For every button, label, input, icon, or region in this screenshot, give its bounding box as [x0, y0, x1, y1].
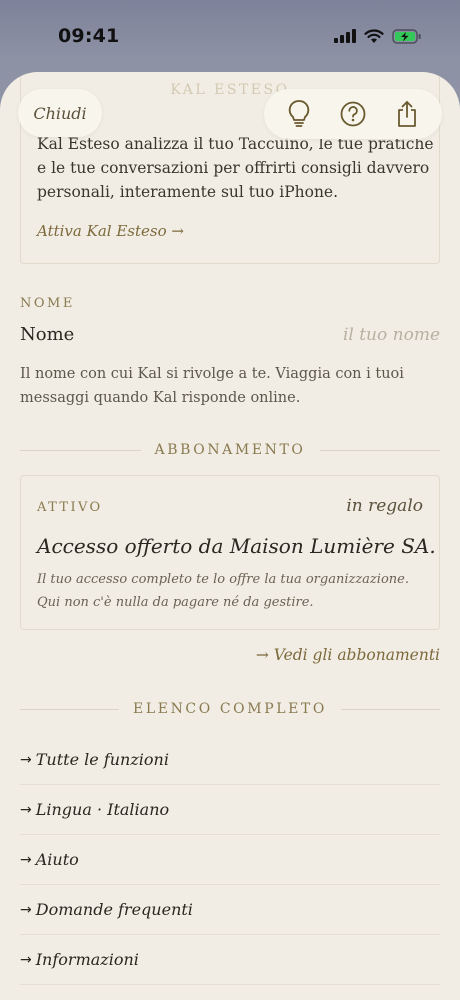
- menu-item-label: Domande frequenti: [35, 900, 193, 919]
- subscription-card: ATTIVO in regalo Accesso offerto da Mais…: [20, 475, 440, 630]
- menu-item-label: Informazioni: [35, 950, 139, 969]
- cellular-signal-icon: [334, 29, 356, 43]
- full-list-menu: → Tutte le funzioni → Lingua · Italiano …: [20, 735, 440, 985]
- status-time: 09:41: [58, 25, 120, 47]
- menu-item-faq[interactable]: → Domande frequenti: [20, 885, 440, 935]
- arrow-right-icon: →: [20, 951, 32, 968]
- subscription-heading: ABBONAMENTO: [20, 442, 441, 458]
- full-list-heading: ELENCO COMPLETO: [20, 701, 440, 717]
- name-input-placeholder[interactable]: il tuo nome: [343, 325, 440, 345]
- menu-item-info[interactable]: → Informazioni: [20, 935, 440, 985]
- divider-line: [20, 449, 141, 451]
- toolbar: [264, 89, 442, 139]
- full-list-heading-text: ELENCO COMPLETO: [133, 701, 327, 717]
- arrow-right-icon: →: [20, 751, 32, 768]
- menu-item-help[interactable]: → Aiuto: [20, 835, 440, 885]
- close-button[interactable]: Chiudi: [18, 89, 102, 137]
- menu-item-label: Tutte le funzioni: [35, 750, 169, 769]
- settings-sheet: KAL ESTESO Chiudi Kal Esteso analizza il…: [0, 72, 460, 1000]
- help-button[interactable]: [333, 94, 373, 134]
- divider-line: [319, 449, 441, 451]
- extended-description: Kal Esteso analizza il tuo Taccuino, le …: [37, 135, 434, 201]
- menu-item-language[interactable]: → Lingua · Italiano: [20, 785, 440, 835]
- name-section-heading: NOME: [20, 296, 75, 311]
- status-bar: 09:41: [0, 0, 460, 72]
- wifi-icon: [364, 28, 384, 43]
- name-help-text: Il nome con cui Kal si rivolge a te. Via…: [20, 366, 404, 406]
- lightbulb-button[interactable]: [279, 94, 319, 134]
- divider-line: [340, 708, 440, 710]
- menu-item-label: Lingua · Italiano: [35, 800, 170, 819]
- name-field-label: Nome: [20, 324, 75, 345]
- status-icons: [334, 28, 422, 44]
- subscription-status: ATTIVO: [37, 500, 103, 515]
- subscription-headline: Accesso offerto da Maison Lumière SA.: [37, 534, 436, 558]
- arrow-right-icon: →: [20, 901, 32, 918]
- activate-extended-link[interactable]: Attiva Kal Esteso →: [37, 222, 184, 240]
- lightbulb-icon: [288, 100, 310, 127]
- menu-item-label: Aiuto: [35, 850, 79, 869]
- share-button[interactable]: [387, 94, 427, 134]
- subscription-heading-text: ABBONAMENTO: [154, 442, 306, 458]
- subscription-note: Il tuo accesso completo te lo offre la t…: [37, 572, 409, 610]
- arrow-right-icon: →: [20, 801, 32, 818]
- share-icon: [398, 101, 416, 127]
- battery-charging-icon: [392, 28, 421, 44]
- menu-item-all-features[interactable]: → Tutte le funzioni: [20, 735, 440, 785]
- help-icon: [340, 101, 366, 127]
- divider-line: [20, 708, 120, 710]
- name-field[interactable]: Nome il tuo nome: [20, 324, 440, 345]
- arrow-right-icon: →: [20, 851, 32, 868]
- see-plans-link[interactable]: → Vedi gli abbonamenti: [256, 646, 440, 664]
- subscription-badge: in regalo: [346, 496, 423, 516]
